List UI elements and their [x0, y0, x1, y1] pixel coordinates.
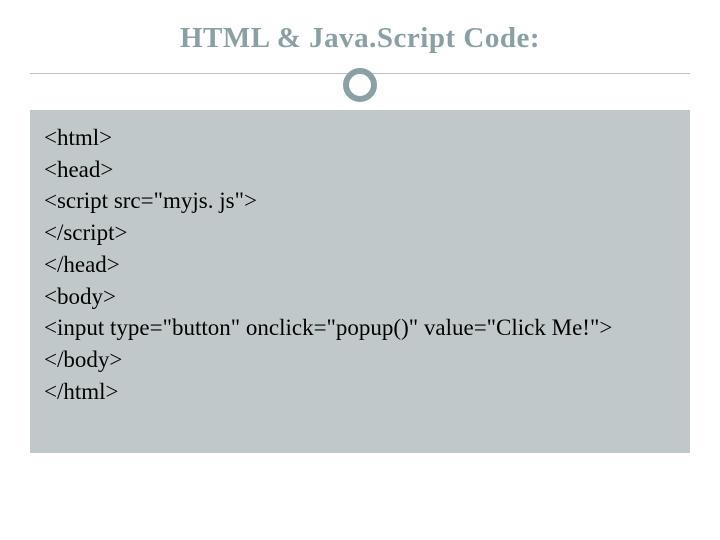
code-line: </body> — [44, 344, 676, 376]
page-title: HTML & Java.Script Code: — [0, 22, 720, 55]
code-line: <input type="button" onclick="popup()" v… — [44, 312, 676, 344]
circle-icon — [343, 68, 377, 102]
code-line: <head> — [44, 154, 676, 186]
slide: HTML & Java.Script Code: <html> <head> <… — [0, 0, 720, 540]
code-line: </head> — [44, 249, 676, 281]
code-line: </html> — [44, 376, 676, 408]
code-line: <script src="myjs. js"> — [44, 185, 676, 217]
code-line: </script> — [44, 217, 676, 249]
code-box: <html> <head> <script src="myjs. js"> </… — [30, 110, 690, 453]
code-line: <html> — [44, 122, 676, 154]
title-area: HTML & Java.Script Code: — [0, 0, 720, 74]
code-line: <body> — [44, 281, 676, 313]
